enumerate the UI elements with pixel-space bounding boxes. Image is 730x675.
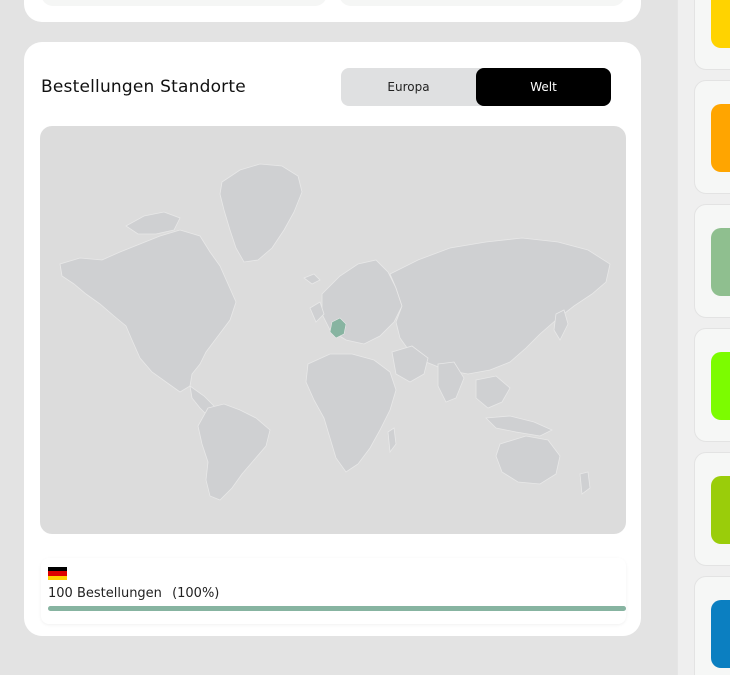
world-map-svg — [59, 163, 611, 501]
side-swatch — [711, 228, 730, 296]
orders-progress-bar — [48, 606, 626, 611]
map-region-iceland — [303, 273, 321, 285]
map-region-japan — [553, 309, 569, 341]
previous-card-panel-right — [339, 0, 625, 6]
orders-text: 100 Bestellungen — [48, 586, 162, 601]
map-region-madagascar — [387, 427, 397, 454]
percent-text: (100%) — [172, 586, 220, 601]
side-card[interactable] — [694, 204, 730, 318]
side-card[interactable] — [694, 328, 730, 442]
map-region-australia — [495, 435, 561, 485]
right-sidebar — [677, 0, 730, 675]
world-map[interactable] — [40, 126, 626, 534]
previous-card — [24, 0, 641, 22]
side-swatch — [711, 0, 730, 48]
side-swatch — [711, 600, 730, 668]
side-card[interactable] — [694, 576, 730, 675]
side-swatch — [711, 352, 730, 420]
map-region-canadian-arctic — [125, 211, 181, 235]
side-card[interactable] — [694, 452, 730, 566]
map-region-north-america — [59, 229, 237, 393]
orders-progress-fill — [48, 606, 626, 611]
orders-locations-card: Bestellungen Standorte Europa Welt 100 B… — [24, 42, 641, 636]
map-region-new-zealand — [579, 471, 591, 495]
side-card[interactable] — [694, 0, 730, 70]
map-region-asia — [389, 237, 611, 375]
europe-toggle-button[interactable]: Europa — [341, 68, 476, 106]
previous-card-panel-left — [41, 0, 327, 6]
world-toggle-button[interactable]: Welt — [476, 68, 611, 106]
map-region-greenland — [219, 163, 303, 263]
side-swatch — [711, 476, 730, 544]
card-title: Bestellungen Standorte — [41, 77, 246, 97]
map-region-africa — [305, 353, 397, 473]
side-card[interactable] — [694, 80, 730, 194]
map-region-indonesia — [485, 415, 553, 437]
map-region-southeast-asia — [475, 375, 511, 409]
region-toggle: Europa Welt — [341, 68, 611, 106]
side-swatch — [711, 104, 730, 172]
orders-count-label: 100 Bestellungen (100%) — [48, 586, 219, 601]
flag-germany-icon — [48, 567, 67, 580]
orders-stats-row: 100 Bestellungen (100%) — [41, 558, 626, 624]
map-region-south-america — [197, 403, 271, 501]
